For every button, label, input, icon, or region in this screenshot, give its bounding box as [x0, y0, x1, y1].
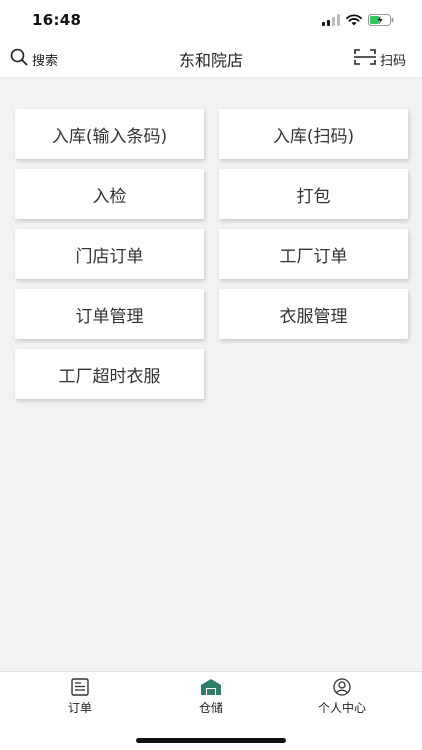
menu-item-stock-in-scan[interactable]: 入库(扫码): [219, 109, 408, 159]
menu-item-stock-in-barcode[interactable]: 入库(输入条码): [15, 109, 204, 159]
search-icon: [10, 48, 28, 70]
wifi-icon: [346, 14, 362, 26]
menu-item-order-management[interactable]: 订单管理: [15, 289, 204, 339]
tab-profile[interactable]: 个人中心: [302, 678, 382, 716]
menu-item-clothes-management[interactable]: 衣服管理: [219, 289, 408, 339]
search-label: 搜索: [32, 53, 59, 69]
warehouse-icon: [200, 678, 222, 696]
search-button[interactable]: 搜索: [10, 40, 58, 78]
menu-grid: 入库(输入条码) 入库(扫码) 入检 打包 门店订单 工厂订单 订单管理 衣服管…: [15, 109, 408, 399]
user-icon: [332, 678, 352, 696]
navigation-bar: 搜索 东和院店 扫码: [0, 40, 422, 78]
status-bar: 16:48: [0, 0, 422, 40]
tab-profile-label: 个人中心: [317, 701, 366, 715]
scan-label: 扫码: [379, 53, 406, 69]
main-content: 入库(输入条码) 入库(扫码) 入检 打包 门店订单 工厂订单 订单管理 衣服管…: [0, 78, 422, 671]
status-time: 16:48: [32, 11, 82, 29]
scan-button[interactable]: 扫码: [353, 40, 406, 78]
status-icons: [322, 14, 394, 26]
battery-charging-icon: [368, 14, 394, 26]
page-title: 东和院店: [178, 50, 243, 70]
document-icon: [70, 678, 90, 696]
signal-icon: [322, 14, 340, 26]
tab-storage-label: 仓储: [198, 701, 223, 715]
tab-orders[interactable]: 订单: [40, 678, 120, 716]
menu-item-inspection[interactable]: 入检: [15, 169, 204, 219]
app-screen: 16:48 搜索 东和院店 扫码 入库(输入条码) 入库(扫码) 入检 打包 门…: [0, 0, 422, 750]
menu-item-packing[interactable]: 打包: [219, 169, 408, 219]
menu-item-store-orders[interactable]: 门店订单: [15, 229, 204, 279]
tab-storage[interactable]: 仓储: [171, 678, 251, 716]
menu-item-factory-orders[interactable]: 工厂订单: [219, 229, 408, 279]
scan-icon: [353, 48, 376, 70]
tab-orders-label: 订单: [67, 701, 92, 715]
menu-item-factory-overdue-clothes[interactable]: 工厂超时衣服: [15, 349, 204, 399]
home-indicator: [136, 738, 286, 743]
